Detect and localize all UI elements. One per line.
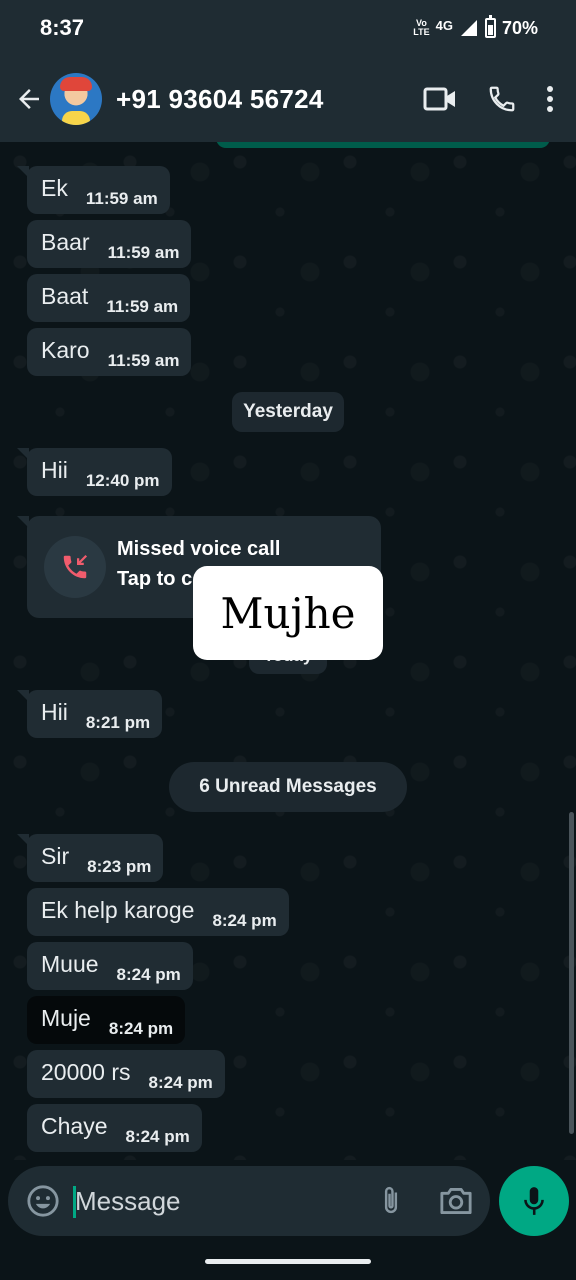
video-call-button[interactable] xyxy=(420,79,460,119)
message-time: 11:59 am xyxy=(107,351,180,370)
message-input[interactable]: Message xyxy=(8,1166,490,1236)
message-time: 8:24 pm xyxy=(148,1073,213,1092)
video-call-icon xyxy=(423,87,455,111)
message-text: Baar xyxy=(41,229,90,255)
home-gesture-handle[interactable] xyxy=(205,1259,371,1264)
outgoing-bubble-edge xyxy=(216,142,550,148)
message-time: 11:59 am xyxy=(106,297,179,316)
avatar[interactable] xyxy=(50,73,102,125)
more-options-button[interactable] xyxy=(538,79,562,119)
chat-scrollbar[interactable] xyxy=(569,812,574,1134)
voice-message-button[interactable] xyxy=(499,1166,569,1236)
status-indicators: Vo LTE 4G 70% xyxy=(413,15,538,39)
message-time: 8:23 pm xyxy=(87,857,152,876)
battery-icon xyxy=(484,15,496,38)
chat-area[interactable]: Ek 11:59 am Baar 11:59 am Baat 11:59 am … xyxy=(0,142,576,1160)
message-text: Ek xyxy=(41,175,68,201)
message-bubble[interactable]: Ek help karoge 8:24 pm xyxy=(27,888,289,936)
message-text: Muje xyxy=(41,1005,91,1031)
message-bubble[interactable]: Chaye 8:24 pm xyxy=(27,1104,202,1152)
message-time: 8:24 pm xyxy=(108,1019,174,1038)
bubble-tail xyxy=(17,166,29,178)
message-bubble[interactable]: Hii 12:40 pm xyxy=(17,448,172,496)
message-text: 20000 rs xyxy=(41,1059,131,1085)
message-time: 12:40 pm xyxy=(85,471,160,490)
chat-header: +91 93604 56724 xyxy=(0,56,576,142)
more-options-icon xyxy=(547,86,553,112)
bubble-tail xyxy=(17,516,29,528)
message-time: 8:24 pm xyxy=(125,1127,190,1146)
voice-call-icon xyxy=(489,86,515,112)
message-bubble[interactable]: Muue 8:24 pm xyxy=(27,942,193,990)
battery-level: 70% xyxy=(501,17,538,38)
bubble-tail xyxy=(17,834,29,846)
status-bar: 8:37 Vo LTE 4G 70% xyxy=(0,0,576,56)
message-bubble[interactable]: 20000 rs 8:24 pm xyxy=(27,1050,225,1098)
message-text: Hii xyxy=(41,699,68,725)
message-text: Hii xyxy=(41,457,68,483)
volte-bottom-label: LTE xyxy=(413,27,430,37)
message-bubble[interactable]: Baar 11:59 am xyxy=(27,220,192,268)
system-navigation-bar xyxy=(0,1242,576,1280)
status-time: 8:37 xyxy=(40,15,85,40)
message-bubble[interactable]: Muje 8:24 pm xyxy=(27,996,186,1044)
message-time: 8:24 pm xyxy=(116,965,181,984)
attach-icon[interactable] xyxy=(376,1184,406,1218)
microphone-icon xyxy=(524,1187,544,1215)
voice-call-button[interactable] xyxy=(482,79,522,119)
signal-icon xyxy=(460,20,477,36)
message-time: 11:59 am xyxy=(107,243,180,262)
message-bubble[interactable]: Ek 11:59 am xyxy=(17,166,170,214)
volte-icon: Vo LTE xyxy=(413,19,429,37)
message-time: 11:59 am xyxy=(85,189,158,208)
message-text: Muue xyxy=(41,951,99,977)
message-bubble[interactable]: Karo 11:59 am xyxy=(27,328,192,376)
bubble-tail xyxy=(17,690,29,702)
message-text: Karo xyxy=(41,337,90,363)
bubble-tail xyxy=(17,448,29,460)
contact-name[interactable]: +91 93604 56724 xyxy=(116,84,398,115)
message-text: Sir xyxy=(41,843,70,869)
message-time: 8:24 pm xyxy=(212,911,277,930)
camera-icon[interactable] xyxy=(438,1184,474,1218)
overlay-text-box: Mujhe xyxy=(193,566,383,660)
message-bubble[interactable]: Sir 8:23 pm xyxy=(17,834,164,882)
missed-call-icon xyxy=(44,536,106,598)
unread-messages-banner: 6 Unread Messages xyxy=(169,762,407,812)
message-bubble[interactable]: Hii 8:21 pm xyxy=(17,690,163,738)
missed-call-title: Missed voice call xyxy=(117,538,281,560)
message-time: 8:21 pm xyxy=(85,713,151,732)
message-text: Chaye xyxy=(41,1113,108,1139)
missed-call-subtitle: Tap to c xyxy=(117,568,193,590)
date-separator-yesterday: Yesterday xyxy=(232,392,344,432)
message-bubble[interactable]: Baat 11:59 am xyxy=(27,274,191,322)
message-text: Ek help karoge xyxy=(41,897,195,923)
network-type: 4G xyxy=(435,17,453,33)
message-placeholder: Message xyxy=(75,1186,181,1216)
emoji-icon[interactable] xyxy=(26,1184,60,1218)
composer-bar: Message xyxy=(0,1160,576,1242)
message-text: Baat xyxy=(41,283,89,309)
back-arrow-icon[interactable] xyxy=(14,84,44,114)
